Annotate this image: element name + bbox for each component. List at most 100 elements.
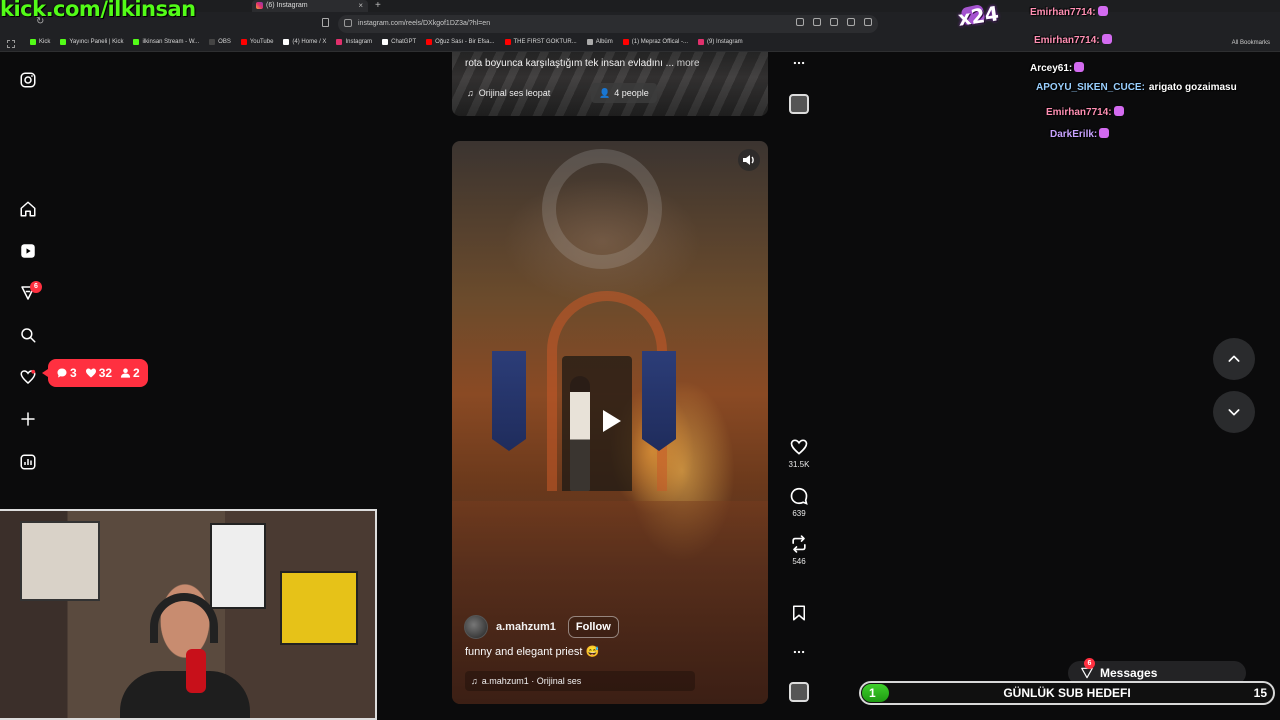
- speaker-icon: [743, 155, 754, 165]
- new-tab-icon[interactable]: +: [375, 0, 381, 11]
- address-bar[interactable]: instagram.com/reels/DXkgof1DZ3a/?hl=en: [338, 15, 878, 33]
- like-button[interactable]: 31.5K: [786, 437, 812, 469]
- browser-tab-instagram[interactable]: (6) Instagram ×: [252, 0, 368, 12]
- reel-caption: funny and elegant priest 😅: [465, 646, 600, 658]
- chat-message: Emirhan7714:: [1034, 34, 1112, 46]
- bookmark-item[interactable]: YouTube: [240, 39, 273, 45]
- next-reel-button[interactable]: [1213, 391, 1255, 433]
- chevron-up-icon: [1228, 355, 1240, 362]
- microphone: [186, 649, 206, 693]
- chat-emote-icon: [1101, 34, 1112, 44]
- reel-author: a.mahzum1 Follow: [464, 615, 619, 639]
- chat-message: DarkErilk:: [1050, 128, 1110, 140]
- chat-message: APOYU_SIKEN_CUCE: arigato gozaimasu: [1036, 82, 1237, 93]
- bookmark-item[interactable]: Yayıncı Paneli | Kick: [60, 39, 123, 45]
- bookmark-item[interactable]: Albüm: [586, 39, 613, 45]
- heart-icon: [790, 439, 808, 455]
- avatar[interactable]: [464, 615, 488, 639]
- screen: (6) Instagram × + instagram.com/reels/DX…: [0, 0, 1280, 720]
- bookmark-item[interactable]: (1) Mepraz Offical -...: [622, 39, 688, 45]
- comment-count-group: 3: [56, 366, 77, 380]
- chat-emote-icon: [1097, 6, 1108, 16]
- person-icon: 👤: [599, 87, 611, 98]
- stream-channel-overlay: kick.com/ilkinsan: [0, 0, 196, 21]
- zoom-icon[interactable]: [813, 18, 821, 26]
- audio-thumbnail[interactable]: [789, 682, 809, 702]
- close-tab-icon[interactable]: ×: [358, 1, 363, 10]
- notifications-heart-icon[interactable]: [19, 368, 37, 386]
- cast-icon[interactable]: [796, 18, 804, 26]
- tagged-people-button[interactable]: 👤 4 people: [591, 83, 657, 103]
- home-icon[interactable]: [19, 200, 37, 218]
- repost-button[interactable]: 546: [786, 534, 812, 566]
- bookmark-icon: [793, 605, 805, 621]
- like-count: 32: [98, 366, 113, 380]
- more-options-button[interactable]: [786, 645, 812, 662]
- search-icon[interactable]: [19, 326, 37, 344]
- instagram-logo-icon[interactable]: [19, 71, 37, 89]
- wall-poster: [210, 523, 266, 609]
- chat-username: Arcey61:: [1030, 63, 1073, 74]
- notification-summary-pill[interactable]: 3 32 2: [42, 359, 148, 387]
- bookmark-item[interactable]: Oğuz Sası - Bir Efsa...: [426, 39, 495, 45]
- share-icon[interactable]: [830, 18, 838, 26]
- apps-grid-icon[interactable]: [7, 40, 15, 48]
- username[interactable]: a.mahzum1: [496, 621, 556, 633]
- reel-audio[interactable]: ♫ a.mahzum1 · Orijinal ses: [465, 671, 695, 691]
- chat-emote-icon: [1074, 62, 1085, 72]
- audio-toggle[interactable]: [738, 149, 760, 171]
- save-button[interactable]: [786, 604, 812, 625]
- follow-button[interactable]: Follow: [567, 616, 619, 638]
- reel-video[interactable]: a.mahzum1 Follow funny and elegant pries…: [452, 141, 768, 704]
- chat-message: Emirhan7714:: [1030, 6, 1108, 18]
- bookmark-favicon-icon: [240, 39, 247, 45]
- streamer-webcam: [0, 509, 377, 720]
- bookmark-item[interactable]: OBS: [209, 39, 231, 45]
- wall-poster: [280, 571, 358, 645]
- explore-badge: 6: [30, 281, 42, 293]
- bookmark-favicon-icon: [30, 39, 36, 45]
- tab-title: (6) Instagram: [266, 2, 308, 9]
- bookmark-item[interactable]: THE FIRST GOKTUR...: [504, 39, 577, 45]
- chat-text: arigato gozaimasu: [1148, 82, 1237, 93]
- more-icon: [793, 61, 805, 65]
- bookmark-item[interactable]: Instagram: [336, 39, 372, 45]
- sub-goal-target: 15: [1253, 686, 1267, 700]
- play-icon[interactable]: [592, 403, 628, 439]
- chevron-down-icon: [1228, 409, 1240, 416]
- comment-button[interactable]: 639: [786, 486, 812, 518]
- bookmark-item[interactable]: Kick: [30, 39, 50, 45]
- bookmark-item[interactable]: ChatGPT: [382, 39, 416, 45]
- dashboard-icon[interactable]: [19, 453, 37, 471]
- bookmark-item[interactable]: ilkinsan Stream - W...: [133, 39, 199, 45]
- bookmark-item[interactable]: (9) Instagram: [698, 39, 743, 45]
- chat-username: Emirhan7714:: [1034, 35, 1100, 46]
- heart-icon: [85, 368, 96, 378]
- create-icon[interactable]: [19, 410, 37, 428]
- more-link[interactable]: more: [677, 58, 700, 69]
- chat-message: Arcey61:: [1030, 62, 1085, 74]
- sub-goal-title: GÜNLÜK SUB HEDEFI: [1003, 686, 1131, 700]
- chat-username: APOYU_SIKEN_CUCE:: [1036, 82, 1145, 93]
- chat-emote-icon: [1113, 106, 1124, 116]
- shield-icon[interactable]: [864, 18, 872, 26]
- bookmark-icon[interactable]: [847, 18, 855, 26]
- bookmark-item[interactable]: (4) Home / X: [283, 39, 326, 45]
- tab-search-icon[interactable]: [320, 17, 332, 29]
- comment-icon: [57, 368, 67, 378]
- like-count: 31.5K: [788, 460, 810, 469]
- comment-count: 639: [792, 509, 806, 518]
- previous-reel-button[interactable]: [1213, 338, 1255, 380]
- previous-reel[interactable]: rota boyunca karşılaştığım tek insan evl…: [452, 52, 768, 116]
- messages-badge: 6: [1084, 658, 1095, 669]
- previous-audio-thumbnail[interactable]: [789, 94, 809, 114]
- headphones: [150, 593, 218, 643]
- reels-icon[interactable]: [19, 242, 37, 260]
- previous-reel-audio[interactable]: ♫ Orijinal ses leopat: [467, 83, 558, 103]
- like-count-group: 32: [85, 366, 112, 380]
- bookmark-favicon-icon: [283, 39, 290, 45]
- sub-goal-bar: 1 GÜNLÜK SUB HEDEFI 15: [859, 681, 1275, 705]
- more-options-button-previous[interactable]: [786, 56, 812, 73]
- chat-username: Emirhan7714:: [1030, 7, 1096, 18]
- site-info-icon[interactable]: [344, 19, 352, 27]
